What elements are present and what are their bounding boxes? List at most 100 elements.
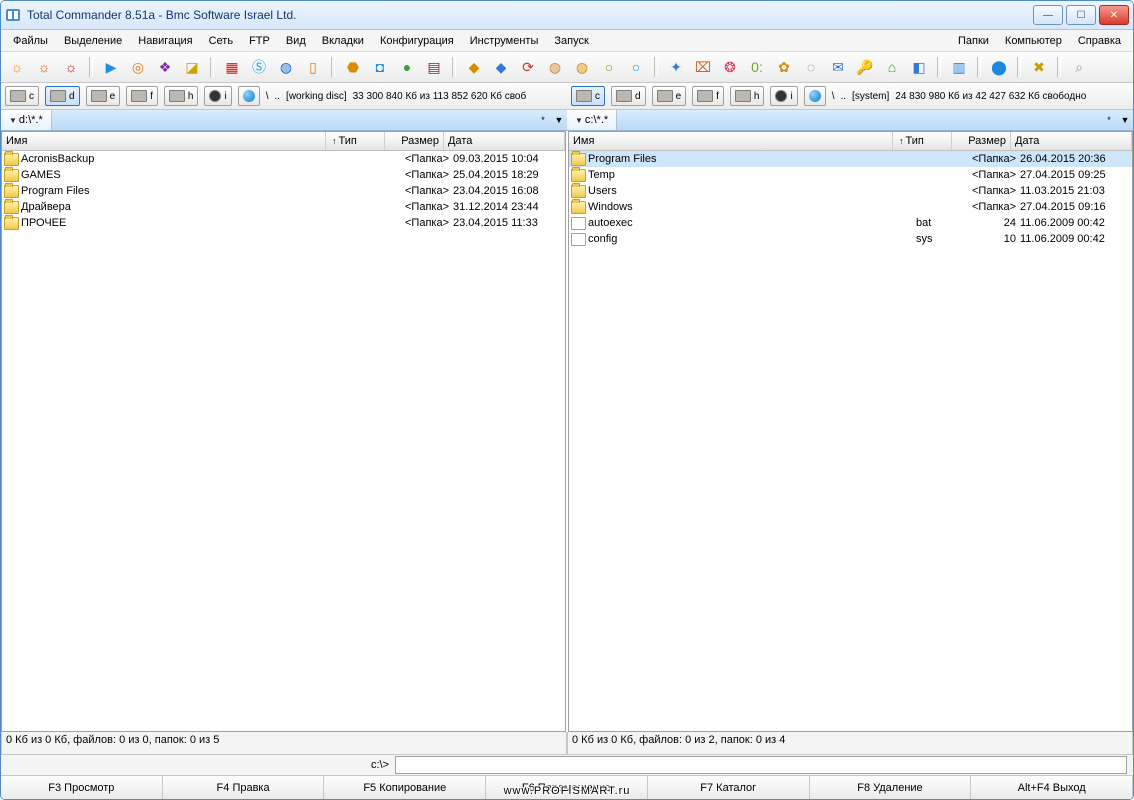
- maximize-button[interactable]: ☐: [1066, 5, 1096, 25]
- drive-f[interactable]: f: [692, 86, 724, 106]
- tool-cols[interactable]: ▥: [947, 55, 971, 79]
- menu-Запуск[interactable]: Запуск: [546, 32, 596, 50]
- tool-bug[interactable]: ❂: [718, 55, 742, 79]
- tab-ctl-down-right[interactable]: ▼: [1117, 110, 1133, 130]
- tool-ball[interactable]: ⬤: [987, 55, 1011, 79]
- file-row[interactable]: AcronisBackup<Папка>09.03.2015 10:04: [2, 151, 565, 167]
- menu-Навигация[interactable]: Навигация: [130, 32, 200, 50]
- fkey-F4[interactable]: F4 Правка: [163, 776, 325, 799]
- tool-tv[interactable]: ◘: [368, 55, 392, 79]
- menu-FTP[interactable]: FTP: [241, 32, 278, 50]
- drive-web[interactable]: [804, 86, 826, 106]
- fkey-F8[interactable]: F8 Удаление: [810, 776, 972, 799]
- col-name[interactable]: Имя: [2, 132, 326, 150]
- tool-wand[interactable]: ✦: [664, 55, 688, 79]
- menu-Вкладки[interactable]: Вкладки: [314, 32, 372, 50]
- tool-pdf[interactable]: ◪: [180, 55, 204, 79]
- drive-root[interactable]: \: [266, 91, 269, 102]
- tool-diamond[interactable]: ❖: [153, 55, 177, 79]
- drive-h[interactable]: h: [730, 86, 765, 106]
- tab-ctl-star-right[interactable]: *: [1101, 110, 1117, 130]
- menu-Вид[interactable]: Вид: [278, 32, 314, 50]
- col-date[interactable]: Дата: [1011, 132, 1132, 150]
- tool-key[interactable]: 🔑: [853, 55, 877, 79]
- col-ext[interactable]: ↑Тип: [326, 132, 385, 150]
- menu-Выделение[interactable]: Выделение: [56, 32, 130, 50]
- tool-grid[interactable]: ▦: [220, 55, 244, 79]
- file-row[interactable]: GAMES<Папка>25.04.2015 18:29: [2, 167, 565, 183]
- tool-stamp[interactable]: ⌧: [691, 55, 715, 79]
- drive-e[interactable]: e: [86, 86, 121, 106]
- tool-clock[interactable]: 0:: [745, 55, 769, 79]
- tool-2[interactable]: ☼: [32, 55, 56, 79]
- drive-i[interactable]: i: [204, 86, 231, 106]
- drive-web[interactable]: [238, 86, 260, 106]
- col-name[interactable]: Имя: [569, 132, 893, 150]
- tool-refresh[interactable]: ⟳: [516, 55, 540, 79]
- drive-e[interactable]: e: [652, 86, 687, 106]
- file-row[interactable]: Program Files<Папка>26.04.2015 20:36: [569, 151, 1132, 167]
- tab-left[interactable]: ▼d:\*.*: [1, 110, 52, 130]
- tool-globe[interactable]: ◍: [274, 55, 298, 79]
- tool-3[interactable]: ☼: [59, 55, 83, 79]
- file-list-right[interactable]: Program Files<Папка>26.04.2015 20:36Temp…: [569, 151, 1132, 731]
- menu-Компьютер[interactable]: Компьютер: [997, 32, 1070, 50]
- fkey-F7[interactable]: F7 Каталог: [648, 776, 810, 799]
- tool-disc[interactable]: ◍: [543, 55, 567, 79]
- file-row[interactable]: Users<Папка>11.03.2015 21:03: [569, 183, 1132, 199]
- drive-root[interactable]: \: [832, 91, 835, 102]
- file-row[interactable]: Драйвера<Папка>31.12.2014 23:44: [2, 199, 565, 215]
- menu-Файлы[interactable]: Файлы: [5, 32, 56, 50]
- drive-c[interactable]: c: [571, 86, 605, 106]
- menu-Конфигурация[interactable]: Конфигурация: [372, 32, 462, 50]
- tool-x[interactable]: ✖: [1027, 55, 1051, 79]
- tool-mail[interactable]: ✉: [826, 55, 850, 79]
- col-ext[interactable]: ↑Тип: [893, 132, 952, 150]
- drive-h[interactable]: h: [164, 86, 199, 106]
- drive-d[interactable]: d: [45, 86, 80, 106]
- tool-disc2[interactable]: ◍: [570, 55, 594, 79]
- tool-panel[interactable]: ◧: [907, 55, 931, 79]
- file-list-left[interactable]: AcronisBackup<Папка>09.03.2015 10:04GAME…: [2, 151, 565, 731]
- menu-Сеть[interactable]: Сеть: [201, 32, 241, 50]
- tool-flower[interactable]: ✿: [772, 55, 796, 79]
- fkey-F3[interactable]: F3 Просмотр: [1, 776, 163, 799]
- tab-ctl-star-left[interactable]: *: [535, 110, 551, 130]
- tool-target[interactable]: ◎: [126, 55, 150, 79]
- tool-shield2[interactable]: ◆: [489, 55, 513, 79]
- drive-i[interactable]: i: [770, 86, 797, 106]
- tab-right[interactable]: ▼c:\*.*: [567, 110, 617, 130]
- drive-up[interactable]: ..: [840, 91, 846, 102]
- tool-play[interactable]: ▶: [99, 55, 123, 79]
- file-row[interactable]: autoexecbat2411.06.2009 00:42: [569, 215, 1132, 231]
- col-size[interactable]: Размер: [952, 132, 1011, 150]
- tool-shield1[interactable]: ◆: [462, 55, 486, 79]
- drive-d[interactable]: d: [611, 86, 646, 106]
- close-button[interactable]: ✕: [1099, 5, 1129, 25]
- tab-ctl-down-left[interactable]: ▼: [551, 110, 567, 130]
- fkey-F5[interactable]: F5 Копирование: [324, 776, 486, 799]
- col-date[interactable]: Дата: [444, 132, 565, 150]
- menu-Инструменты[interactable]: Инструменты: [462, 32, 547, 50]
- tool-1[interactable]: ☼: [5, 55, 29, 79]
- menu-Папки[interactable]: Папки: [950, 32, 997, 50]
- drive-up[interactable]: ..: [274, 91, 280, 102]
- tool-ring1[interactable]: ○: [597, 55, 621, 79]
- tool-fz[interactable]: ▤: [422, 55, 446, 79]
- tool-search[interactable]: ⌕: [1067, 55, 1091, 79]
- menu-Справка[interactable]: Справка: [1070, 32, 1129, 50]
- minimize-button[interactable]: —: [1033, 5, 1063, 25]
- file-row[interactable]: Windows<Папка>27.04.2015 09:16: [569, 199, 1132, 215]
- tool-ring2[interactable]: ○: [624, 55, 648, 79]
- tool-hex[interactable]: ⬣: [341, 55, 365, 79]
- fkey-Alt+F4[interactable]: Alt+F4 Выход: [971, 776, 1133, 799]
- tool-skype[interactable]: Ⓢ: [247, 55, 271, 79]
- command-input[interactable]: [395, 756, 1127, 774]
- file-row[interactable]: Temp<Папка>27.04.2015 09:25: [569, 167, 1132, 183]
- drive-f[interactable]: f: [126, 86, 158, 106]
- file-row[interactable]: ПРОЧЕЕ<Папка>23.04.2015 11:33: [2, 215, 565, 231]
- tool-home[interactable]: ⌂: [880, 55, 904, 79]
- file-row[interactable]: Program Files<Папка>23.04.2015 16:08: [2, 183, 565, 199]
- tool-ut[interactable]: ●: [395, 55, 419, 79]
- file-row[interactable]: configsys1011.06.2009 00:42: [569, 231, 1132, 247]
